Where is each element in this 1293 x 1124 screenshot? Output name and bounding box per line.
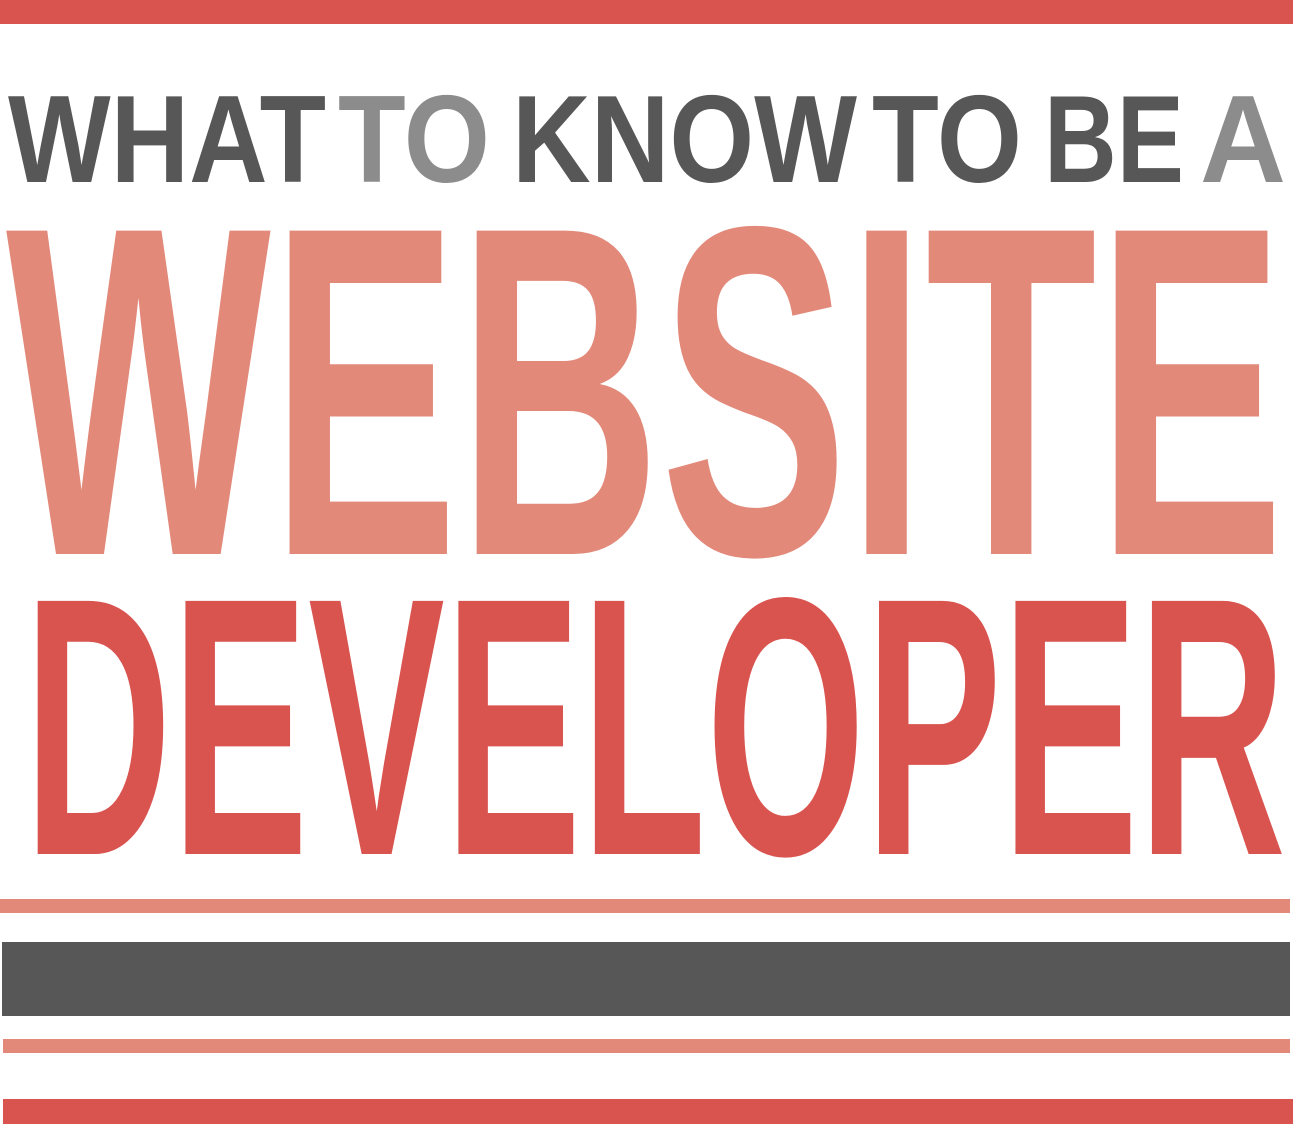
headline-graphic: WHAT TO KNOW TO BE A WEBSITE DEVELOPER	[6, 71, 1286, 932]
headline-developer: DEVELOPER	[24, 521, 1286, 932]
